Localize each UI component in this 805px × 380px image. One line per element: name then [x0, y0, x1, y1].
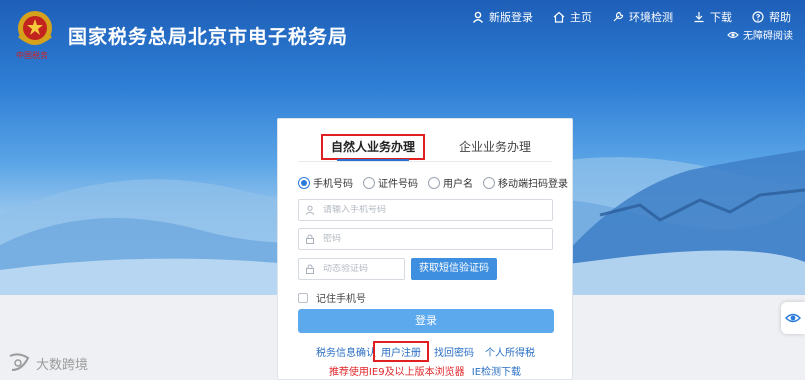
login-tabs: 自然人业务办理 企业业务办理	[278, 134, 572, 164]
tab-individual-label: 自然人业务办理	[330, 140, 415, 154]
browser-notice-text: 推荐使用IE9及以上版本浏览器	[328, 367, 465, 378]
nav-help-label: 帮助	[769, 11, 791, 24]
nav-new-login-label: 新版登录	[489, 11, 533, 24]
checkbox-box	[298, 292, 308, 303]
browser-notice: 推荐使用IE9及以上版本浏览器 IE检测下载	[278, 363, 572, 378]
tab-divider	[298, 161, 552, 162]
tab-enterprise-business[interactable]: 企业业务办理	[445, 134, 545, 160]
accessibility-reading-link[interactable]: 无障碍阅读	[727, 27, 793, 42]
phone-field	[298, 199, 553, 221]
help-icon	[752, 11, 764, 23]
nav-env-check[interactable]: 环境检测	[612, 9, 673, 25]
nav-download[interactable]: 下载	[693, 9, 732, 25]
forgot-password-link[interactable]: 找回密码	[434, 344, 474, 359]
watermark-text: 大数跨境	[36, 357, 89, 373]
login-type-options: 手机号码 证件号码 用户名 移动端扫码登录	[298, 175, 568, 190]
wrench-icon	[613, 11, 624, 22]
eye-icon	[785, 313, 801, 323]
radio-mobile-scan-label: 移动端扫码登录	[498, 179, 568, 190]
radio-dot	[298, 176, 310, 189]
lock-icon	[306, 234, 314, 244]
home-icon	[553, 11, 565, 23]
nav-help[interactable]: 帮助	[752, 9, 791, 25]
password-input[interactable]	[323, 234, 552, 244]
nav-new-login[interactable]: 新版登录	[472, 9, 533, 25]
watermark: 大数跨境	[6, 352, 88, 374]
radio-username-label: 用户名	[443, 179, 473, 190]
nav-env-check-label: 环境检测	[629, 11, 673, 24]
nav-home[interactable]: 主页	[553, 9, 592, 25]
radio-mobile-scan[interactable]: 移动端扫码登录	[483, 175, 568, 190]
login-card: 自然人业务办理 企业业务办理 手机号码 证件号码 用户名 移动端扫码登录 请输入…	[277, 118, 573, 380]
accessibility-label: 无障碍阅读	[743, 31, 793, 42]
side-float-widget[interactable]	[781, 302, 805, 334]
radio-phone-label: 手机号码	[313, 179, 353, 190]
phone-input[interactable]	[323, 205, 552, 215]
watermark-logo-icon	[9, 353, 30, 371]
radio-username[interactable]: 用户名	[428, 175, 473, 190]
user-icon	[305, 205, 315, 215]
top-navigation: 新版登录 主页 环境检测 下载 帮助	[472, 9, 791, 25]
site-title: 国家税务总局北京市电子税务局	[68, 26, 349, 48]
tab-enterprise-label: 企业业务办理	[458, 140, 531, 154]
personal-income-tax-link[interactable]: 个人所得税	[485, 344, 535, 359]
user-icon	[472, 11, 484, 23]
eye-icon	[727, 31, 739, 38]
radio-dot	[363, 176, 375, 189]
remember-phone-label: 记住手机号	[316, 294, 366, 305]
tax-emblem-logo: 中国税务	[12, 6, 58, 62]
radio-dot	[428, 176, 440, 189]
tax-info-confirm-link[interactable]: 税务信息确认	[316, 344, 376, 359]
login-button[interactable]: 登录	[298, 309, 554, 333]
verification-code-input[interactable]	[323, 264, 404, 274]
password-field	[298, 228, 553, 250]
get-sms-code-button[interactable]: 获取短信验证码	[411, 258, 497, 280]
lock-icon	[306, 264, 314, 274]
radio-id-label: 证件号码	[378, 179, 418, 190]
radio-dot	[483, 176, 495, 189]
download-icon	[694, 12, 704, 23]
user-register-link[interactable]: 用户注册	[373, 341, 429, 362]
radio-phone-number[interactable]: 手机号码	[298, 175, 353, 190]
emblem-caption: 中国税务	[16, 51, 48, 60]
remember-phone-checkbox[interactable]: 记住手机号	[298, 290, 366, 305]
nav-home-label: 主页	[570, 11, 592, 24]
nav-download-label: 下载	[710, 11, 732, 24]
verification-code-field	[298, 258, 405, 280]
ie-check-download-link[interactable]: IE检测下载	[472, 367, 521, 378]
radio-id-number[interactable]: 证件号码	[363, 175, 418, 190]
tab-individual-business[interactable]: 自然人业务办理	[321, 134, 425, 161]
